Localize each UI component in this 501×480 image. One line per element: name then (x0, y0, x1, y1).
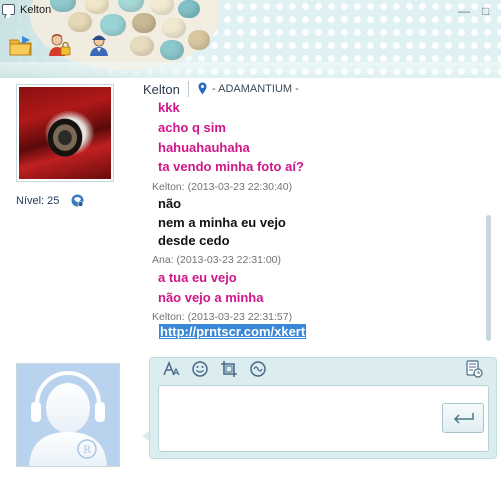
chat-scrollbar[interactable] (486, 215, 491, 341)
message-line: acho q sim (158, 120, 226, 135)
font-icon[interactable] (162, 360, 180, 378)
header-decoration (130, 36, 154, 56)
user-lock-icon[interactable] (46, 32, 72, 58)
nudge-icon[interactable] (249, 360, 267, 378)
window-title: Kelton (20, 4, 52, 16)
header-decoration (160, 40, 184, 60)
history-icon[interactable] (465, 360, 483, 378)
message-meta: Kelton: (2013-03-23 22:31:57) (152, 311, 293, 323)
contact-avatar[interactable] (16, 84, 114, 182)
folder-icon[interactable] (8, 32, 34, 58)
user-settings-icon[interactable] (86, 32, 112, 58)
contact-name[interactable]: Kelton (143, 82, 180, 97)
header-decoration (0, 62, 501, 78)
location-pin-icon (198, 82, 207, 95)
message-line: não (158, 196, 182, 211)
screenshot-crop-icon[interactable] (220, 360, 238, 378)
contact-location: - ADAMANTIUM - (212, 83, 299, 95)
minimize-button[interactable]: — (458, 5, 470, 17)
message-line: a tua eu vejo (158, 270, 237, 285)
message-input[interactable] (158, 385, 489, 452)
contact-photo (19, 87, 111, 179)
message-line: ta vendo minha foto aí? (158, 159, 304, 174)
message-line: não vejo a minha (158, 290, 264, 305)
message-link[interactable]: http://prntscr.com/xkert (159, 324, 307, 339)
my-avatar[interactable]: R (16, 363, 120, 467)
send-button[interactable] (442, 403, 484, 433)
level-label: Nível: 25 (16, 195, 60, 207)
default-user-silhouette-icon: R (17, 364, 119, 466)
message-line: hahuahauhaha (158, 140, 250, 155)
send-arrow-icon (453, 413, 474, 424)
svg-text:R: R (83, 445, 91, 456)
header-divider (188, 81, 189, 97)
title-bar[interactable]: Kelton — □ (0, 0, 501, 22)
message-line: desde cedo (158, 233, 230, 248)
message-line: kkk (158, 100, 180, 115)
message-line: nem a minha eu vejo (158, 215, 286, 230)
level-badge-icon (71, 194, 84, 207)
maximize-button[interactable]: □ (482, 5, 489, 17)
header-decoration (188, 30, 210, 50)
chat-bubble-icon (2, 4, 15, 15)
message-meta: Kelton: (2013-03-23 22:30:40) (152, 181, 293, 193)
message-meta: Ana: (2013-03-23 22:31:00) (152, 254, 282, 266)
emoticon-icon[interactable] (191, 360, 209, 378)
chat-history[interactable]: kkk acho q sim hahuahauhaha ta vendo min… (150, 100, 496, 344)
